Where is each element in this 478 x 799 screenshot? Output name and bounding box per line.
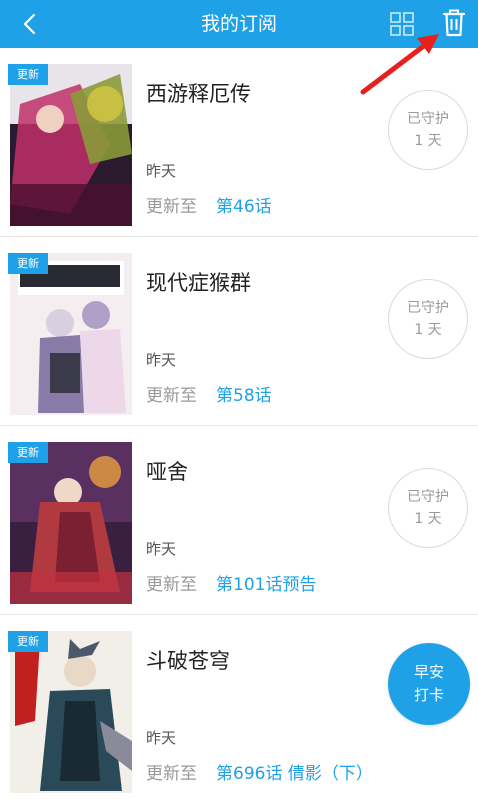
- list-item[interactable]: 更新 哑舍 昨天 更新至 第101话预告 已守护 1 天: [0, 426, 478, 615]
- delete-button[interactable]: [438, 6, 470, 40]
- latest-chapter-link[interactable]: 第46话: [216, 192, 272, 217]
- grid-view-button[interactable]: [386, 8, 418, 40]
- update-badge: 更新: [8, 253, 48, 274]
- list-item[interactable]: 更新 西游释厄传 昨天 更新至 第46话 已守护 1 天: [0, 48, 478, 237]
- subscription-screen: 我的订阅 更新 西游释厄传 昨天 更新至 第46话 已守护 1 天 更新 现代症…: [0, 0, 478, 799]
- checkin-button[interactable]: 早安 打卡: [388, 643, 470, 725]
- comic-title: 西游释厄传: [146, 82, 251, 106]
- update-badge: 更新: [8, 64, 48, 85]
- update-badge: 更新: [8, 442, 48, 463]
- guard-label: 已守护: [407, 489, 449, 505]
- latest-chapter-link[interactable]: 第58话: [216, 381, 272, 406]
- update-date: 昨天: [146, 540, 177, 558]
- update-label: 更新至: [146, 764, 197, 784]
- latest-chapter-link[interactable]: 第696话 倩影（下）: [216, 759, 373, 784]
- guard-days-badge: 已守护 1 天: [388, 279, 468, 359]
- guard-days-badge: 已守护 1 天: [388, 468, 468, 548]
- trash-icon: [442, 9, 466, 37]
- checkin-line2: 打卡: [413, 686, 444, 704]
- comic-title: 斗破苍穹: [146, 649, 230, 673]
- cover-image: [10, 64, 132, 226]
- grid-view-icon: [390, 12, 414, 36]
- update-date: 昨天: [146, 729, 177, 747]
- cover-image: [10, 253, 132, 415]
- update-label: 更新至: [146, 575, 197, 595]
- update-date: 昨天: [146, 162, 177, 180]
- guard-days: 1 天: [414, 511, 442, 527]
- update-label: 更新至: [146, 386, 197, 406]
- comic-title: 现代症猴群: [146, 271, 251, 295]
- update-label: 更新至: [146, 197, 197, 217]
- update-badge: 更新: [8, 631, 48, 652]
- cover-image: [10, 631, 132, 793]
- update-date: 昨天: [146, 351, 177, 369]
- guard-label: 已守护: [407, 300, 449, 316]
- list-item[interactable]: 更新 现代症猴群 昨天 更新至 第58话 已守护 1 天: [0, 237, 478, 426]
- guard-days-badge: 已守护 1 天: [388, 90, 468, 170]
- guard-days: 1 天: [414, 133, 442, 149]
- checkin-line1: 早安: [413, 663, 444, 681]
- latest-chapter-link[interactable]: 第101话预告: [216, 570, 316, 595]
- guard-label: 已守护: [407, 111, 449, 127]
- top-app-bar: 我的订阅: [0, 0, 478, 48]
- comic-title: 哑舍: [146, 460, 188, 484]
- cover-image: [10, 442, 132, 604]
- guard-days: 1 天: [414, 322, 442, 338]
